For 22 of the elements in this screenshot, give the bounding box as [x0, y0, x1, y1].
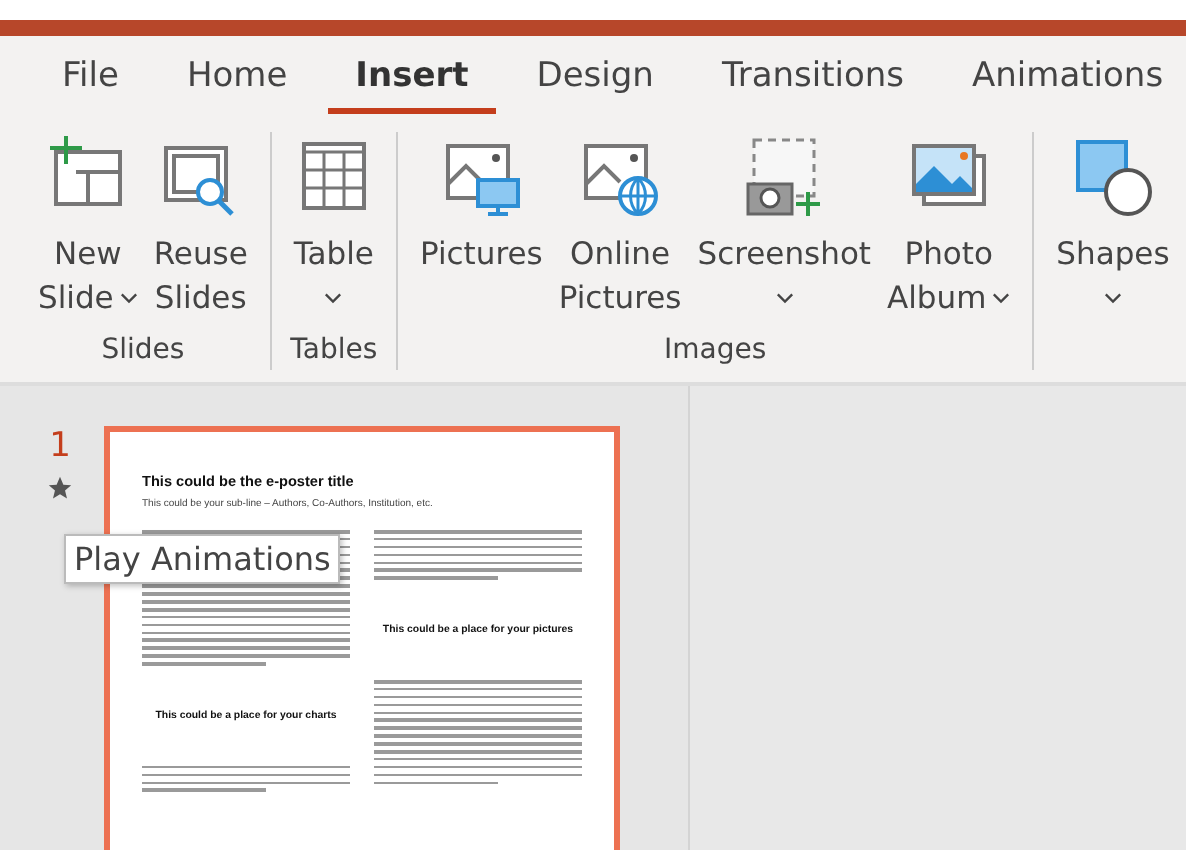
- ribbon-tab[interactable]: Insert: [327, 43, 497, 113]
- group-label: Images: [664, 334, 767, 370]
- camera-plus-icon: [744, 136, 825, 216]
- screenshot-button[interactable]: Screenshot: [691, 132, 877, 334]
- table-button[interactable]: Table: [287, 132, 380, 334]
- ribbon-tab[interactable]: Home: [158, 43, 316, 113]
- slide-number: 1: [49, 426, 71, 466]
- ribbon-tab[interactable]: Transitions: [693, 43, 933, 113]
- tooltip: Play Animations: [64, 534, 341, 584]
- group-label: Slides: [101, 334, 185, 370]
- online-button[interactable]: Online Pictures: [552, 132, 688, 334]
- ribbon-tab[interactable]: File: [34, 43, 147, 113]
- square-circle-icon: [1072, 136, 1153, 216]
- ribbon-tab[interactable]: Animations: [944, 43, 1186, 113]
- group-label: Tables: [290, 334, 378, 370]
- album-button[interactable]: Photo Album: [881, 132, 1017, 334]
- ribbon-tab[interactable]: Design: [508, 43, 682, 113]
- shapes-button[interactable]: Shapes: [1050, 132, 1176, 370]
- reuse-button[interactable]: Reuse Slides: [147, 132, 254, 334]
- newslide-button[interactable]: New Slide: [32, 132, 144, 334]
- star-icon[interactable]: [46, 474, 74, 502]
- pictures-button[interactable]: Pictures: [413, 132, 549, 334]
